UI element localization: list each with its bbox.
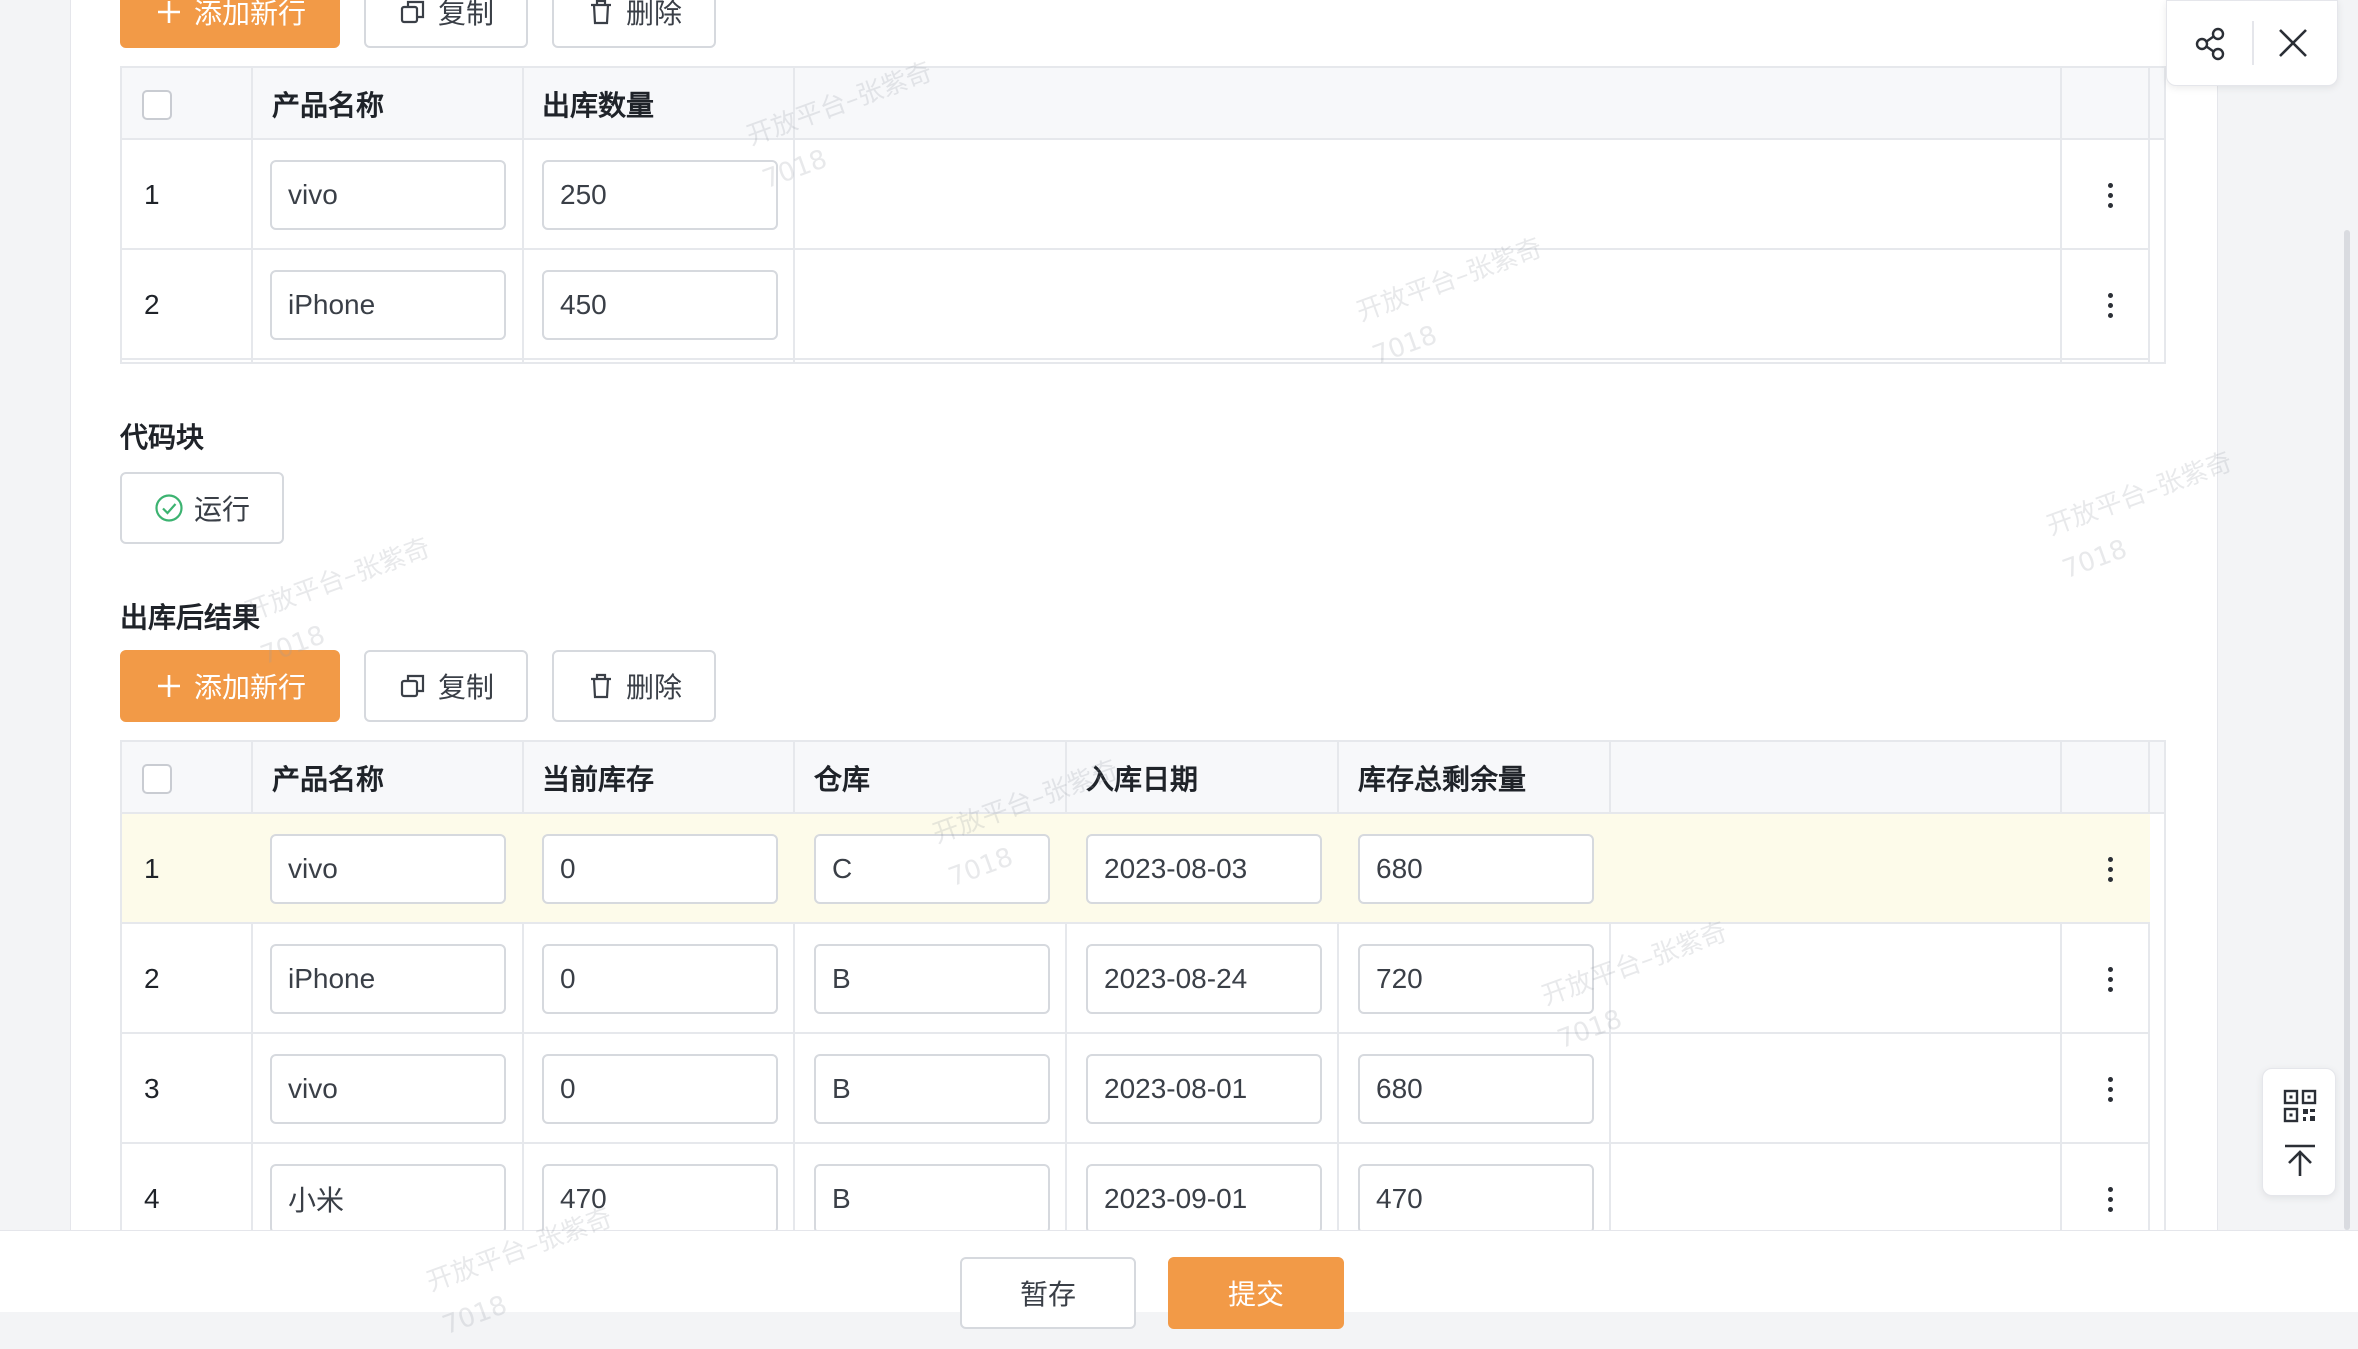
col-outbound-qty: 出库数量 bbox=[542, 89, 655, 122]
result-table: 产品名称 当前库存 仓库 入库日期 库存总剩余量 1 vivo 0 C 2023… bbox=[120, 740, 2166, 1262]
product-input[interactable]: iPhone bbox=[270, 270, 506, 340]
col-product-name: 产品名称 bbox=[272, 763, 385, 796]
copy-button[interactable]: 复制 bbox=[364, 650, 528, 722]
row-more-icon[interactable] bbox=[2100, 1034, 2120, 1144]
delete-label: 删除 bbox=[625, 671, 682, 704]
remaining-input[interactable]: 720 bbox=[1358, 944, 1594, 1014]
warehouse-input[interactable]: B bbox=[814, 1054, 1050, 1124]
delete-button-top[interactable]: 删除 bbox=[552, 0, 716, 48]
qty-input[interactable]: 450 bbox=[542, 270, 778, 340]
row-more-icon[interactable] bbox=[2100, 924, 2120, 1034]
add-row-button[interactable]: 添加新行 bbox=[120, 650, 340, 722]
copy-label: 复制 bbox=[437, 671, 494, 704]
delete-button[interactable]: 删除 bbox=[552, 650, 716, 722]
page-scrollbar[interactable] bbox=[2344, 230, 2350, 1230]
qty-input[interactable]: 250 bbox=[542, 160, 778, 230]
code-block-title: 代码块 bbox=[120, 421, 205, 454]
result-title: 出库后结果 bbox=[120, 601, 261, 634]
table-header: 产品名称 当前库存 仓库 入库日期 库存总剩余量 bbox=[122, 742, 2164, 814]
form-footer: 暂存 提交 bbox=[0, 1230, 2358, 1329]
row-more-icon[interactable] bbox=[2100, 250, 2120, 360]
remaining-input[interactable]: 470 bbox=[1358, 1164, 1594, 1234]
stock-input[interactable]: 0 bbox=[542, 1054, 778, 1124]
check-circle-icon bbox=[154, 493, 184, 523]
table-row: 1 vivo 0 C 2023-08-03 680 bbox=[122, 814, 2150, 924]
run-label: 运行 bbox=[193, 493, 250, 526]
row-number: 1 bbox=[144, 853, 160, 884]
delete-label: 删除 bbox=[625, 0, 682, 30]
save-draft-label: 暂存 bbox=[1019, 1278, 1076, 1311]
row-number: 3 bbox=[144, 1073, 160, 1104]
plus-icon bbox=[154, 0, 184, 27]
table-row: 3 vivo 0 B 2023-08-01 680 bbox=[122, 1034, 2150, 1144]
submit-label: 提交 bbox=[1227, 1278, 1284, 1311]
back-to-top-icon[interactable] bbox=[2281, 1141, 2319, 1179]
remaining-input[interactable]: 680 bbox=[1358, 834, 1594, 904]
side-tool-panel bbox=[2262, 1068, 2336, 1196]
date-input[interactable]: 2023-08-03 bbox=[1086, 834, 1322, 904]
col-product-name: 产品名称 bbox=[272, 89, 385, 122]
top-action-panel bbox=[2166, 0, 2338, 86]
add-row-label: 添加新行 bbox=[193, 671, 306, 704]
date-input[interactable]: 2023-08-24 bbox=[1086, 944, 1322, 1014]
warehouse-input[interactable]: C bbox=[814, 834, 1050, 904]
row-number: 2 bbox=[144, 289, 160, 320]
trash-icon bbox=[586, 671, 616, 701]
copy-icon bbox=[398, 0, 428, 27]
row-number: 1 bbox=[144, 179, 160, 210]
table-row: 2 iPhone 450 bbox=[122, 250, 2150, 360]
row-more-icon[interactable] bbox=[2100, 140, 2120, 250]
date-input[interactable]: 2023-08-01 bbox=[1086, 1054, 1322, 1124]
warehouse-input[interactable]: B bbox=[814, 944, 1050, 1014]
warehouse-input[interactable]: B bbox=[814, 1164, 1050, 1234]
copy-icon bbox=[398, 671, 428, 701]
product-input[interactable]: vivo bbox=[270, 1054, 506, 1124]
copy-label: 复制 bbox=[437, 0, 494, 30]
stock-input[interactable]: 470 bbox=[542, 1164, 778, 1234]
qr-code-icon[interactable] bbox=[2281, 1087, 2319, 1125]
submit-button[interactable]: 提交 bbox=[1168, 1257, 1344, 1329]
product-input[interactable]: 小米 bbox=[270, 1164, 506, 1234]
table-row: 1 vivo 250 bbox=[122, 140, 2150, 250]
select-all-checkbox[interactable] bbox=[142, 764, 172, 794]
row-more-icon[interactable] bbox=[2100, 814, 2120, 924]
col-current-stock: 当前库存 bbox=[542, 763, 655, 796]
run-button[interactable]: 运行 bbox=[120, 472, 284, 544]
copy-button-top[interactable]: 复制 bbox=[364, 0, 528, 48]
product-input[interactable]: iPhone bbox=[270, 944, 506, 1014]
stock-input[interactable]: 0 bbox=[542, 944, 778, 1014]
col-inbound-date: 入库日期 bbox=[1086, 763, 1199, 796]
table-header: 产品名称 出库数量 bbox=[122, 68, 2164, 140]
table-row: 2 iPhone 0 B 2023-08-24 720 bbox=[122, 924, 2150, 1034]
col-warehouse: 仓库 bbox=[814, 763, 871, 796]
trash-icon bbox=[586, 0, 616, 27]
outbound-table: 产品名称 出库数量 1 vivo 250 2 iPhone 450 bbox=[120, 66, 2166, 364]
share-icon[interactable] bbox=[2191, 23, 2231, 63]
select-all-checkbox[interactable] bbox=[142, 90, 172, 120]
add-row-button-top[interactable]: 添加新行 bbox=[120, 0, 340, 48]
remaining-input[interactable]: 680 bbox=[1358, 1054, 1594, 1124]
close-icon[interactable] bbox=[2273, 23, 2313, 63]
product-input[interactable]: vivo bbox=[270, 834, 506, 904]
row-number: 2 bbox=[144, 963, 160, 994]
date-input[interactable]: 2023-09-01 bbox=[1086, 1164, 1322, 1234]
stock-input[interactable]: 0 bbox=[542, 834, 778, 904]
add-row-label: 添加新行 bbox=[193, 0, 306, 30]
save-draft-button[interactable]: 暂存 bbox=[960, 1257, 1136, 1329]
col-total-remaining: 库存总剩余量 bbox=[1358, 763, 1527, 796]
plus-icon bbox=[154, 671, 184, 701]
product-input[interactable]: vivo bbox=[270, 160, 506, 230]
